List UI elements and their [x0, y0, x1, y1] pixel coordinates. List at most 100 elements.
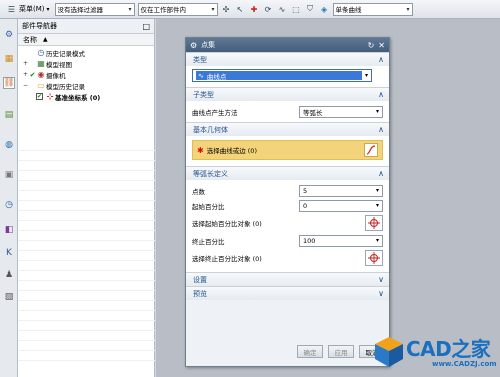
tree-row-label: 摄像机: [46, 71, 66, 80]
section-arclength-body: 点数 5 ▾ 起始百分比 0 ▾ 选择起始百分比对象 (0) 终止百分比 100…: [186, 180, 389, 272]
chevron-up-icon: ∧: [378, 169, 384, 178]
resource-bar: ⚙ ▦ ⛓ ▤ ◍ ▣ ◷ ◧ K ♟ ▧: [0, 19, 18, 377]
dialog-title-bar[interactable]: ⚙ 点集 ↻ ✕: [186, 38, 389, 52]
assembly-navigator-icon[interactable]: ▦: [3, 53, 15, 65]
top-toolbar: ☰ 菜单(M) ▾ 没有选择过滤器 ▾ 仅在工作部件内 ▾ ✣ ↖ ✚ ⟳ ∿ …: [0, 0, 500, 19]
method-label: 曲线点产生方法: [192, 108, 238, 117]
point-set-dialog: ⚙ 点集 ↻ ✕ 类型 ∧ ∿ 曲线点 ▾ 子类型 ∧ 曲线点产生方法 等弧长: [185, 37, 390, 367]
gear-icon[interactable]: ⚙: [190, 41, 197, 50]
part-navigator-panel: 部件导航器 □ 名称 ▲ ◷ 历史记录模式 + ▦ 模型视图 + ✔ ◉ 摄像机…: [18, 19, 155, 377]
tree-row-model-history[interactable]: − ▭ 模型历史记录: [22, 80, 154, 91]
cursor-icon[interactable]: ↖: [235, 4, 246, 15]
tree-row-label: 模型历史记录: [46, 82, 85, 91]
chevron-down-icon: ∨: [378, 289, 384, 298]
curve-icon[interactable]: ∿: [277, 4, 288, 15]
maximize-icon[interactable]: □: [142, 22, 150, 31]
navigator-empty-area: [18, 141, 155, 361]
tree-row-model-views[interactable]: + ▦ 模型视图: [22, 58, 154, 69]
clock-icon: ◷: [37, 48, 45, 57]
section-title: 基本几何体: [193, 125, 228, 134]
tree-row-label: 历史记录模式: [46, 49, 85, 58]
dialog-title: 点集: [201, 41, 216, 49]
section-settings-header[interactable]: 设置 ∨: [186, 272, 389, 286]
point-pick-icon[interactable]: [365, 250, 383, 266]
filter-icon[interactable]: ⛉: [305, 4, 316, 15]
navigator-column-header[interactable]: 名称 ▲: [18, 34, 154, 46]
type-value: 曲线点: [206, 72, 227, 81]
close-icon[interactable]: ✕: [378, 41, 385, 50]
snap-icon[interactable]: ✣: [221, 4, 232, 15]
reset-icon[interactable]: ↻: [368, 41, 375, 50]
type-dropdown[interactable]: ∿ 曲线点 ▾: [192, 69, 372, 82]
rotate-icon[interactable]: ⟳: [263, 4, 274, 15]
kinematic-icon[interactable]: K: [3, 247, 15, 259]
section-type-header[interactable]: 类型 ∧: [186, 52, 389, 66]
document-icon[interactable]: ◧: [3, 224, 15, 236]
section-title: 预览: [193, 289, 207, 298]
start-percent-label: 起始百分比: [192, 202, 225, 211]
history-icon[interactable]: ▣: [3, 169, 15, 181]
watermark-url: www.CADZJ.com: [432, 360, 497, 368]
checkbox-checked-icon[interactable]: ✔: [36, 93, 43, 100]
start-percent-input[interactable]: 0 ▾: [299, 199, 383, 212]
end-percent-label: 终止百分比: [192, 237, 225, 246]
box-select-icon[interactable]: ⬚: [291, 4, 302, 15]
selection-scope-dropdown[interactable]: 仅在工作部件内 ▾: [137, 2, 218, 16]
chevron-down-icon: ▾: [128, 5, 132, 13]
select-curve-field[interactable]: ✱ 选择曲线或边 (0): [192, 140, 383, 160]
palette-icon[interactable]: ▧: [3, 291, 15, 303]
chevron-up-icon: ∧: [378, 125, 384, 134]
section-arclength-header[interactable]: 等弧长定义 ∧: [186, 166, 389, 180]
model-view-icon: ▦: [37, 59, 45, 68]
end-percent-input[interactable]: 100 ▾: [299, 234, 383, 247]
expand-icon[interactable]: +: [22, 60, 29, 67]
chevron-up-icon: ∧: [378, 55, 384, 64]
section-subtype-body: 曲线点产生方法 等弧长 ▾: [186, 101, 389, 122]
menu-button[interactable]: ☰ 菜单(M) ▾: [4, 3, 52, 16]
view-icon[interactable]: ◈: [319, 4, 330, 15]
ok-button[interactable]: 确定: [297, 345, 323, 358]
role-icon[interactable]: ♟: [3, 269, 15, 281]
web-browser-icon[interactable]: ◍: [3, 139, 15, 151]
selection-filter-dropdown[interactable]: 没有选择过滤器 ▾: [54, 2, 135, 16]
point-pick-icon[interactable]: [365, 215, 383, 231]
cube-logo-icon: [375, 337, 403, 367]
section-preview-header[interactable]: 预览 ∨: [186, 286, 389, 300]
tree-row-cameras[interactable]: + ✔ ◉ 摄像机: [22, 69, 154, 80]
start-percent-value: 0: [303, 201, 308, 210]
chevron-down-icon: ▾: [211, 5, 215, 13]
section-subtype-header[interactable]: 子类型 ∧: [186, 87, 389, 101]
part-navigator-icon[interactable]: ⛓: [3, 77, 15, 89]
section-title: 设置: [193, 275, 207, 284]
point-snap-icon[interactable]: ✚: [249, 4, 260, 15]
folder-icon: ▭: [37, 81, 45, 90]
tree-row-history-mode[interactable]: ◷ 历史记录模式: [22, 47, 154, 58]
curve-point-icon: ∿: [198, 71, 204, 80]
method-dropdown[interactable]: 等弧长 ▾: [299, 105, 383, 118]
point-count-value: 5: [303, 186, 308, 195]
curve-rule-dropdown[interactable]: 单条曲线 ▾: [332, 2, 413, 16]
settings-icon[interactable]: ⚙: [3, 29, 15, 41]
expand-icon[interactable]: +: [22, 71, 29, 78]
watermark-title: CAD之家: [406, 337, 491, 361]
section-title: 子类型: [193, 90, 214, 99]
chevron-down-icon: ∨: [378, 275, 384, 284]
method-value: 等弧长: [303, 108, 323, 117]
cad-logo: CAD之家 www.CADZJ.com: [372, 333, 500, 377]
apply-button[interactable]: 应用: [328, 345, 354, 358]
tree-row-datum-csys[interactable]: ✔ ⊹ 基准坐标系 (0): [22, 91, 154, 102]
section-type-body: ∿ 曲线点 ▾: [186, 66, 389, 87]
curve-select-icon[interactable]: [364, 143, 378, 157]
chevron-down-icon: ▾: [46, 5, 50, 13]
chevron-down-icon: ▾: [375, 187, 379, 194]
coordinate-system-icon: ⊹: [46, 92, 54, 101]
chevron-down-icon: ▾: [375, 202, 379, 209]
chevron-down-icon: ▾: [375, 108, 379, 115]
section-geometry-header[interactable]: 基本几何体 ∧: [186, 122, 389, 136]
reuse-library-icon[interactable]: ▤: [3, 109, 15, 121]
collapse-icon[interactable]: −: [22, 82, 29, 89]
selection-scope-value: 仅在工作部件内: [140, 6, 187, 14]
clock-icon[interactable]: ◷: [3, 199, 15, 211]
tree-row-label: 基准坐标系 (0): [55, 93, 101, 102]
point-count-input[interactable]: 5 ▾: [299, 184, 383, 197]
